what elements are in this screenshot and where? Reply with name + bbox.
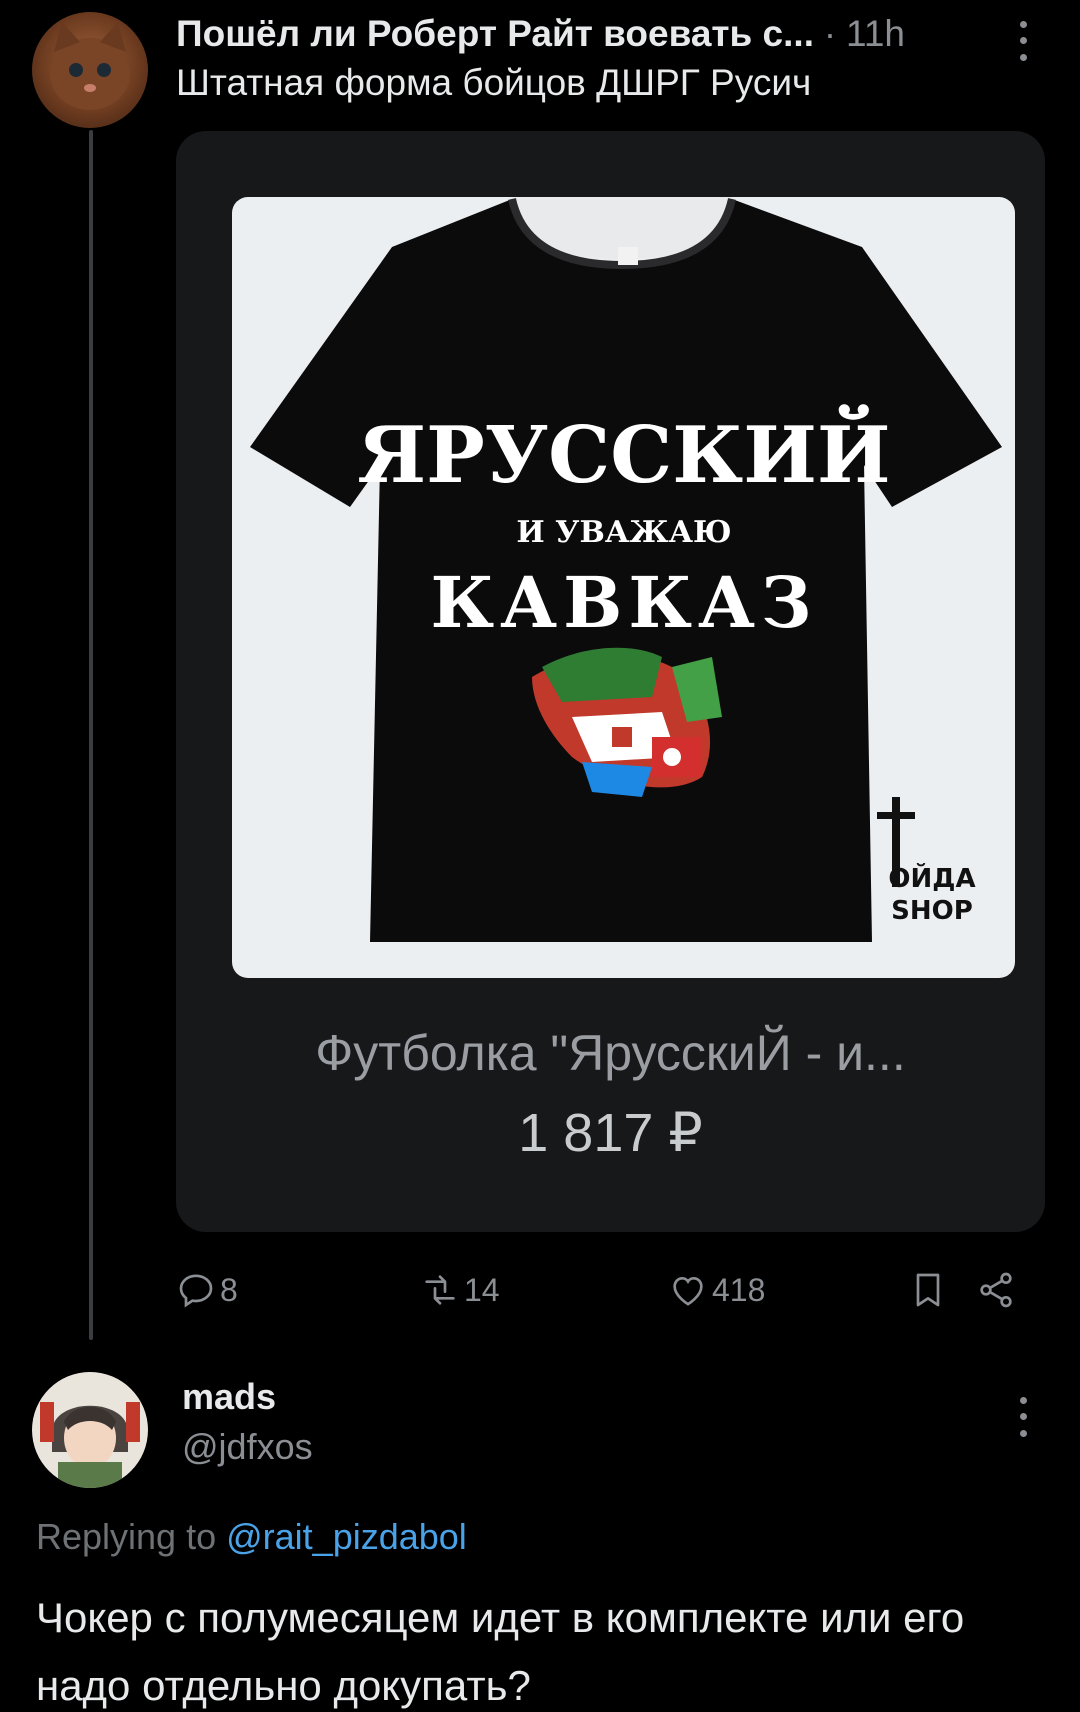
product-price: 1 817 ₽ <box>518 1103 703 1163</box>
shirt-text-line1: ЯРУССКИЙ <box>357 403 890 501</box>
reply-author-name[interactable]: mads <box>182 1376 313 1418</box>
brand-logo: ОЙДА SHOP <box>877 797 976 926</box>
like-icon <box>673 1276 703 1306</box>
replying-to-line: Replying to @rait_pizdabol <box>36 1516 467 1558</box>
reply-button[interactable]: 8 <box>176 1262 238 1318</box>
shirt-text-line2: И УВАЖАЮ <box>516 515 731 550</box>
tshirt-illustration: ЯРУССКИЙ И УВАЖАЮ КАВКАЗ ОЙДА SHOP <box>250 197 1002 942</box>
share-button[interactable] <box>976 1262 1020 1318</box>
post-header: Пошёл ли Роберт Райт воевать с... · 11h <box>176 8 1040 60</box>
replying-to-mention[interactable]: @rait_pizdabol <box>226 1516 467 1557</box>
header-separator: · <box>823 13 836 54</box>
post-actions: 8 14 418 <box>176 1262 1026 1318</box>
bookmark-button[interactable] <box>908 1262 952 1318</box>
thread-connector-line <box>89 130 93 1340</box>
more-icon[interactable] <box>1013 1392 1033 1442</box>
avatar[interactable] <box>32 1372 148 1488</box>
repost-count: 14 <box>464 1271 500 1308</box>
post-text: Штатная форма бойцов ДШРГ Русич <box>176 62 812 103</box>
bookmark-icon <box>916 1273 940 1307</box>
like-button[interactable]: 418 <box>668 1262 765 1318</box>
reply-author-handle[interactable]: @jdfxos <box>182 1426 313 1468</box>
avatar[interactable] <box>32 12 148 128</box>
like-count: 418 <box>712 1271 766 1308</box>
shirt-text-line3: КАВКАЗ <box>430 561 817 644</box>
product-title: Футболка "ЯрусскиЙ - и... <box>315 1025 906 1081</box>
reply-text: Чокер с полумесяцем идет в комплекте или… <box>36 1594 965 1709</box>
svg-text:SHOP: SHOP <box>891 896 973 926</box>
post-timestamp[interactable]: 11h <box>846 13 905 55</box>
repost-icon <box>425 1275 455 1305</box>
product-link-card[interactable]: ЯРУССКИЙ И УВАЖАЮ КАВКАЗ ОЙДА SHOP Футбо… <box>176 131 1045 1232</box>
repost-button[interactable]: 14 <box>420 1262 500 1318</box>
cat-avatar-icon <box>50 22 130 110</box>
more-icon[interactable] <box>1013 16 1033 66</box>
post-author-name[interactable]: Пошёл ли Роберт Райт воевать с... <box>176 13 814 55</box>
svg-text:ОЙДА: ОЙДА <box>888 862 975 894</box>
anime-avatar-icon <box>32 1372 148 1488</box>
share-icon <box>980 1272 1012 1308</box>
reply-header: mads @jdfxos <box>182 1376 313 1468</box>
reply-icon <box>179 1274 213 1308</box>
product-image: ЯРУССКИЙ И УВАЖАЮ КАВКАЗ ОЙДА SHOP <box>232 197 1015 978</box>
reply-count: 8 <box>220 1271 238 1308</box>
replying-to-prefix: Replying to <box>36 1516 217 1557</box>
